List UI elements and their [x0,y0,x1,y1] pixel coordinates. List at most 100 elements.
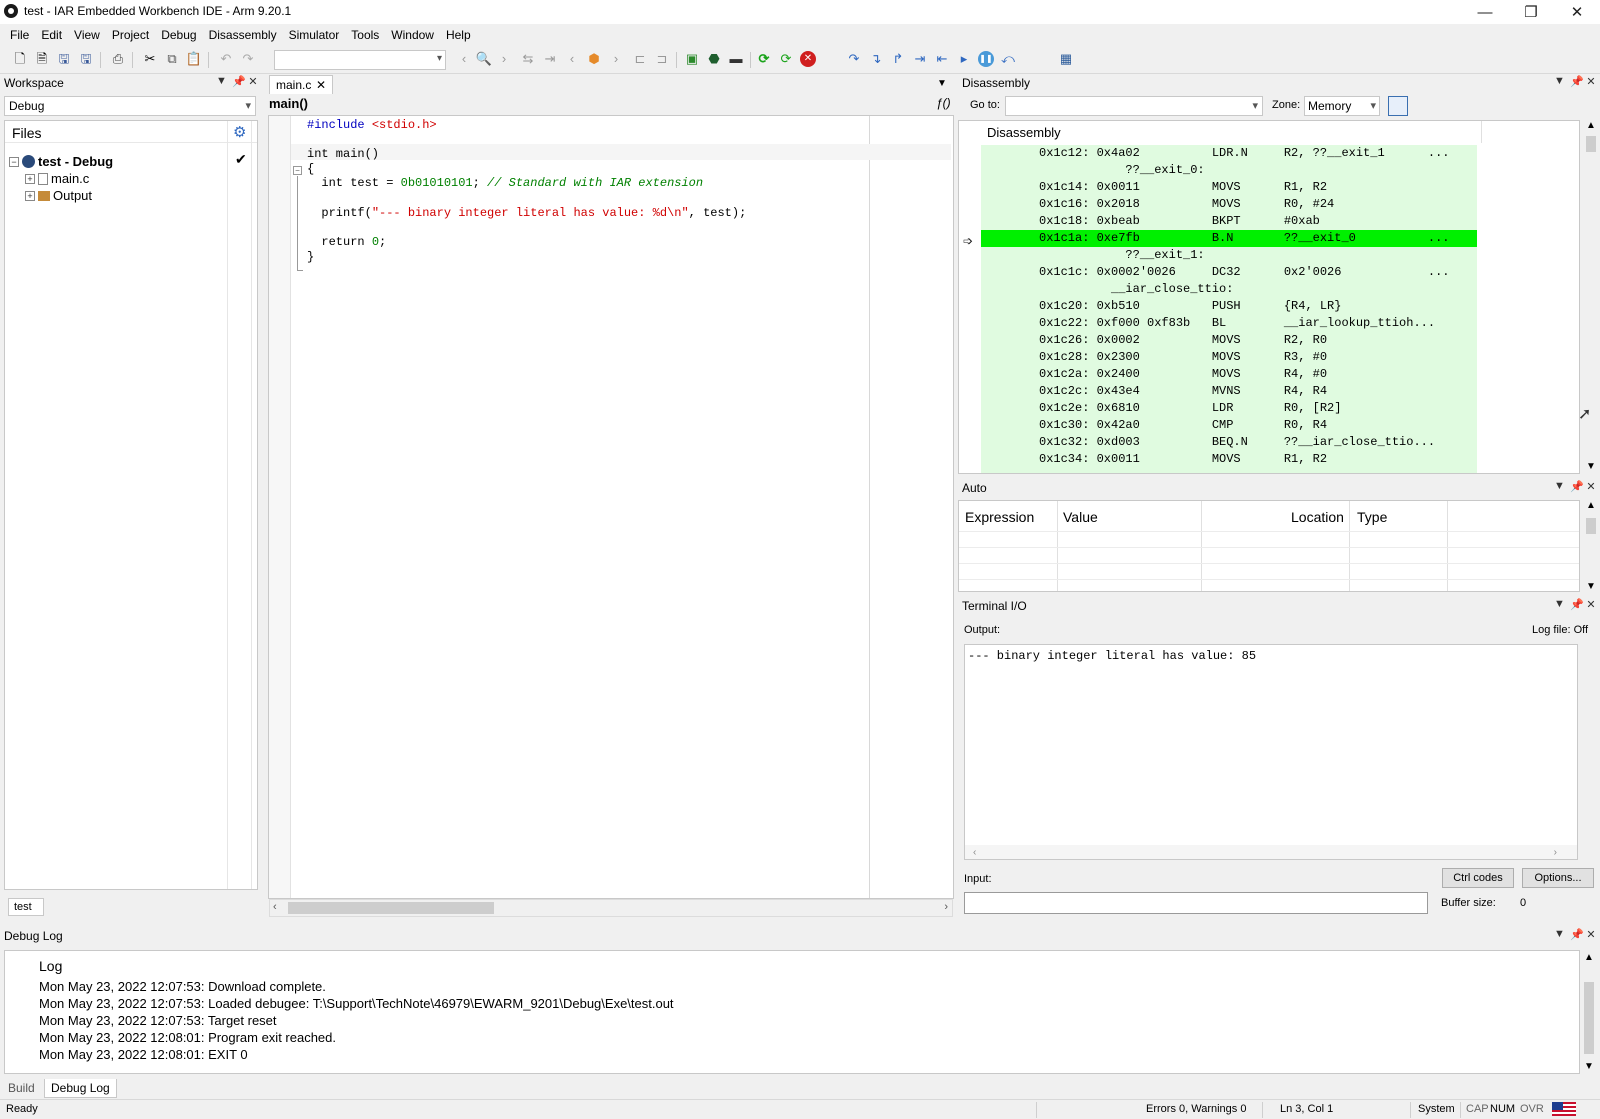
menu-window[interactable]: Window [385,28,440,42]
auto-scrollbar[interactable]: ▲ ▼ [1582,500,1600,592]
options-button[interactable]: Options... [1522,868,1594,888]
next-bookmark-icon[interactable]: ⊐ [654,51,670,67]
disassembly-row[interactable]: 0x1c2c: 0x43e4 MVNS R4, R4 [981,383,1477,400]
find-combo[interactable] [274,50,446,70]
copy-icon[interactable]: ⧉ [164,51,180,67]
reset-icon[interactable]: ↷ [846,51,862,67]
find-previous-icon[interactable]: ‹ [456,51,472,67]
prev-bookmark-icon[interactable]: ⊏ [632,51,648,67]
ctrl-codes-button[interactable]: Ctrl codes [1442,868,1514,888]
disassembly-row[interactable]: __iar_close_ttio: [981,281,1477,298]
goto-icon[interactable]: ⇥ [542,51,558,67]
download-debug-icon[interactable]: ⟳ [756,51,772,67]
scroll-left-icon[interactable]: ‹ [973,847,976,858]
debugger-windows-icon[interactable]: ▦ [1058,51,1074,67]
scroll-up-icon[interactable]: ▲ [1584,952,1594,963]
close-window-icon[interactable]: ✕ [1554,0,1600,24]
disassembly-row[interactable]: 0x1c28: 0x2300 MOVS R3, #0 [981,349,1477,366]
col-type[interactable]: Type [1351,501,1393,531]
tab-list-icon[interactable]: ▼ [937,78,947,89]
scrollbar-thumb[interactable] [1586,136,1596,152]
scrollbar-thumb[interactable] [288,902,494,914]
minimize-icon[interactable]: — [1462,0,1508,24]
function-list-icon[interactable]: ƒ() [936,96,951,110]
tree-item-output[interactable]: + Output [25,187,92,204]
new-workspace-icon[interactable]: 🗋 [12,51,28,67]
close-pane-icon[interactable]: ✕ [1586,480,1596,493]
disassembly-row[interactable]: ??__exit_0: [981,162,1477,179]
scroll-down-icon[interactable]: ▼ [1586,581,1596,592]
disassembly-row[interactable]: 0x1c2a: 0x2400 MOVS R4, #0 [981,366,1477,383]
navigate-forward-icon[interactable]: › [608,51,624,67]
scroll-left-icon[interactable]: ‹ [273,901,277,913]
bookmark-icon[interactable]: ⬢ [586,51,602,67]
close-tab-icon[interactable]: ✕ [316,78,326,92]
pane-menu-icon[interactable]: ▼ [1554,928,1565,941]
debug-log[interactable]: Log Mon May 23, 2022 12:07:53: Download … [4,950,1580,1074]
close-pane-icon[interactable]: ✕ [1586,75,1596,88]
redo-icon[interactable]: ↷ [240,51,256,67]
navigate-back-icon[interactable]: ‹ [564,51,580,67]
break-icon[interactable]: ❚❚ [978,51,994,67]
menu-project[interactable]: Project [106,28,155,42]
tree-item-main-c[interactable]: + main.c [25,170,89,187]
menu-edit[interactable]: Edit [35,28,68,42]
menu-debug[interactable]: Debug [155,28,202,42]
disassembly-row-current[interactable]: 0x1c1a: 0xe7fb B.N ??__exit_0 ... [981,230,1477,247]
project-node[interactable]: − test - Debug [9,153,113,170]
stop-debug-icon[interactable]: ✕ [800,51,816,67]
configuration-select[interactable]: Debug [4,96,256,116]
step-into-icon[interactable]: ↱ [890,51,906,67]
menu-tools[interactable]: Tools [345,28,385,42]
find-next-icon[interactable]: › [496,51,512,67]
save-all-icon[interactable]: 🖫 [78,51,94,67]
settings-gear-icon[interactable]: ⚙ [233,123,246,141]
disassembly-row[interactable]: ??__exit_1: [981,247,1477,264]
disassembly-row[interactable]: 0x1c32: 0xd003 BEQ.N ??__iar_close_ttio.… [981,434,1477,451]
col-expression[interactable]: Expression [959,501,1040,531]
scroll-right-icon[interactable]: › [944,901,948,913]
tab-debug-log[interactable]: Debug Log [44,1079,117,1098]
terminal-input[interactable] [964,892,1428,914]
disassembly-row[interactable]: 0x1c16: 0x2018 MOVS R0, #24 [981,196,1477,213]
restore-icon[interactable]: ❐ [1508,0,1554,24]
step-over-icon[interactable]: ↴ [868,51,884,67]
debug-log-scrollbar[interactable]: ▲ ▼ [1580,950,1598,1074]
pin-icon[interactable]: 📌 [1570,480,1584,493]
disassembly-row[interactable]: 0x1c20: 0xb510 PUSH {R4, LR} [981,298,1477,315]
scroll-up-icon[interactable]: ▲ [1586,120,1596,131]
menu-help[interactable]: Help [440,28,477,42]
scroll-right-icon[interactable]: › [1554,847,1557,858]
expand-icon[interactable]: + [25,173,35,184]
editor-horizontal-scrollbar[interactable]: ‹ › [269,899,953,917]
undo-icon[interactable]: ↶ [218,51,234,67]
function-navigator[interactable]: main() [269,96,308,111]
disassembly-row[interactable]: 0x1c14: 0x0011 MOVS R1, R2 [981,179,1477,196]
pin-icon[interactable]: 📌 [1570,928,1584,941]
debug-without-download-icon[interactable]: ⟳ [778,51,794,67]
compile-icon[interactable]: ▣ [684,51,700,67]
menu-disassembly[interactable]: Disassembly [203,28,283,42]
zone-select[interactable]: Memory [1304,96,1380,116]
goto-input[interactable] [1005,96,1263,116]
disassembly-row[interactable]: 0x1c12: 0x4a02 LDR.N R2, ??__exit_1 ... [981,145,1477,162]
fold-icon[interactable]: − [293,166,302,175]
disassembly-row[interactable]: 0x1c22: 0xf000 0xf83b BL __iar_lookup_tt… [981,315,1477,332]
print-icon[interactable]: ⎙ [110,51,126,67]
memory-refresh-icon[interactable] [1388,96,1408,116]
go-icon[interactable]: ⤺ [1000,51,1016,67]
next-statement-icon[interactable]: ⇤ [934,51,950,67]
collapse-icon[interactable]: − [9,156,19,167]
terminal-output[interactable]: --- binary integer literal has value: 85… [964,644,1578,860]
pin-icon[interactable]: 📌 [1570,75,1584,88]
tab-build[interactable]: Build [2,1079,41,1098]
paste-icon[interactable]: 📋 [186,51,202,67]
run-to-cursor-icon[interactable]: ▸ [956,51,972,67]
save-icon[interactable]: 🖫 [56,51,72,67]
close-pane-icon[interactable]: ✕ [1586,928,1596,941]
replace-icon[interactable]: ⇆ [520,51,536,67]
pane-menu-icon[interactable]: ▼ [1554,598,1565,611]
menu-file[interactable]: File [4,28,35,42]
make-icon[interactable]: ⬣ [706,51,722,67]
workspace-tab-test[interactable]: test [8,898,44,916]
